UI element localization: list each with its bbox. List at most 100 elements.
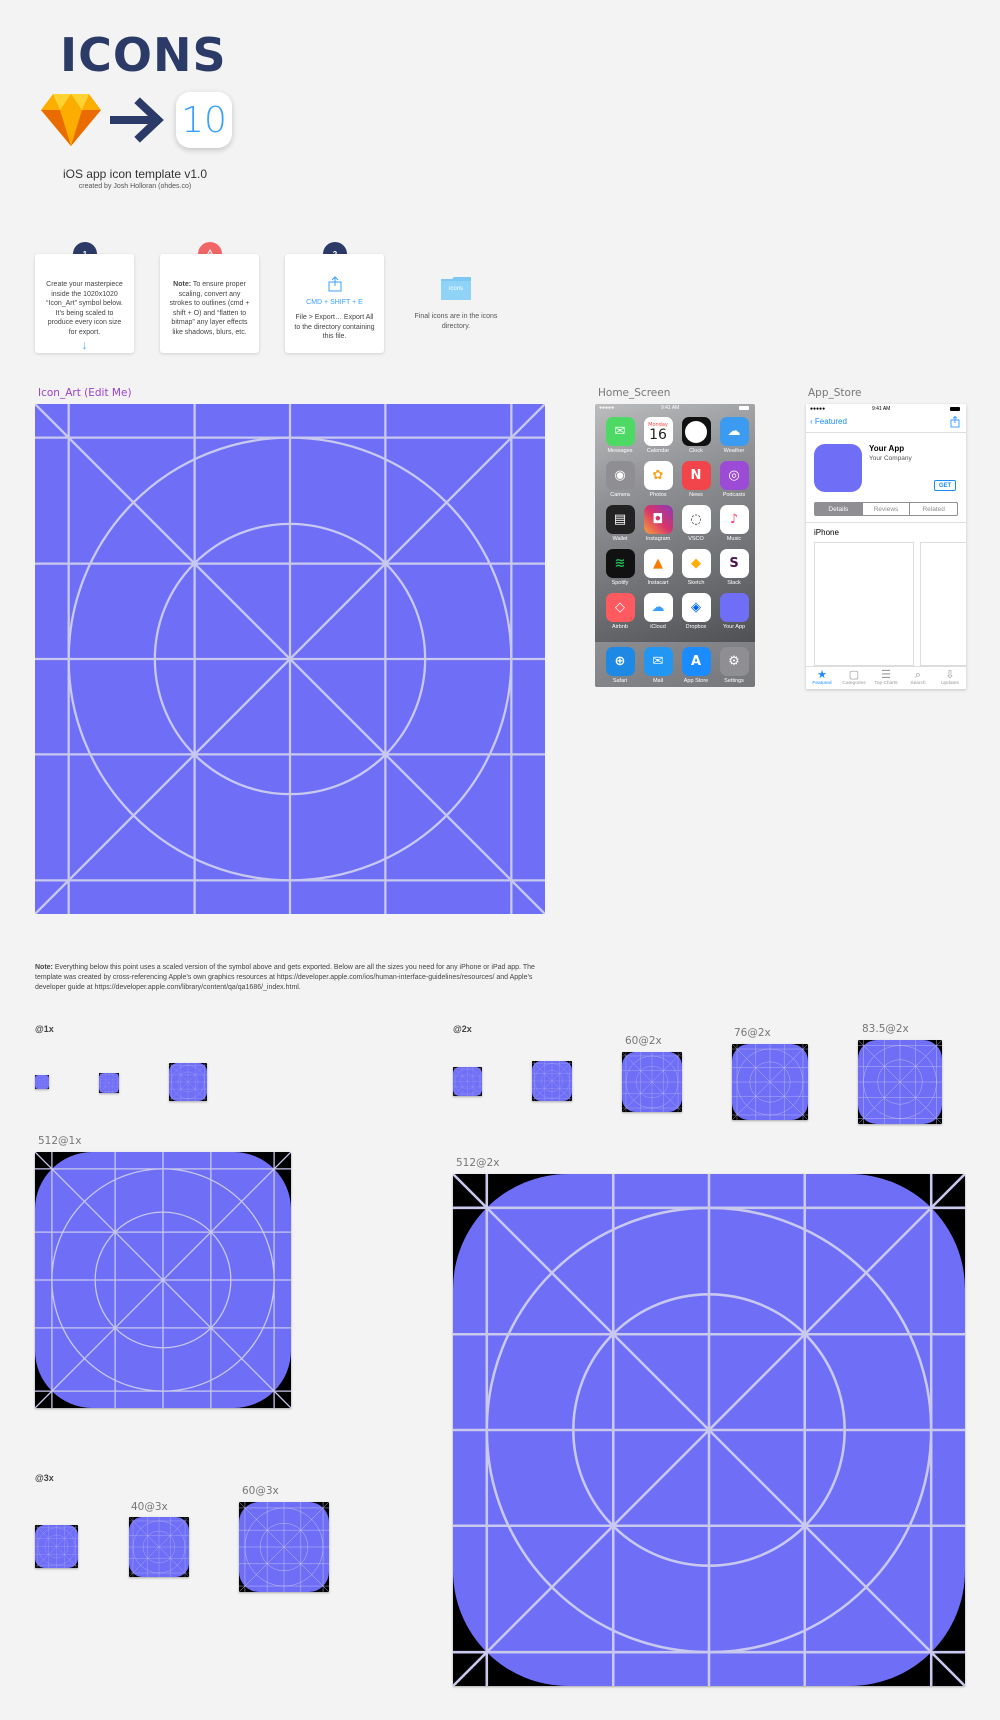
app-icon-preview	[814, 444, 862, 492]
sketch-app-icon: ◆	[681, 549, 711, 578]
tab-search[interactable]: ⌕ Search	[902, 667, 934, 689]
label-40-3x: 40@3x	[131, 1501, 168, 1513]
label-60-3x: 60@3x	[242, 1485, 279, 1497]
icon-512-2x	[453, 1174, 965, 1686]
divider	[806, 432, 966, 433]
store-status-bar: ●●●●● 9:41 AM	[810, 406, 962, 414]
app-camera[interactable]: ◉ Camera	[601, 461, 639, 505]
label-512-1x: 512@1x	[38, 1135, 82, 1147]
app-airbnb[interactable]: ◇ Airbnb	[601, 593, 639, 637]
app-icloud[interactable]: ☁ iCloud	[639, 593, 677, 637]
app-vsco[interactable]: ◌ VSCO	[677, 505, 715, 549]
instacart-icon: ▲	[643, 549, 673, 578]
signal-icon: ●●●●●	[810, 406, 826, 412]
label-512-2x: 512@2x	[456, 1157, 500, 1169]
categories-icon: ▢	[848, 669, 860, 681]
status-time: 9:41 AM	[661, 405, 680, 411]
icon-grid	[34, 403, 546, 915]
label-60-2x: 60@2x	[625, 1035, 662, 1047]
app-calendar[interactable]: Monday 16 Calendar	[639, 417, 677, 461]
icon-40-1x	[169, 1063, 207, 1101]
app-instacart[interactable]: ▲ Instacart	[639, 549, 677, 593]
label-83-2x: 83.5@2x	[862, 1023, 909, 1035]
star-icon: ★	[817, 669, 827, 681]
label-76-2x: 76@2x	[734, 1027, 771, 1039]
segment-related[interactable]: Related	[909, 503, 957, 515]
airbnb-icon: ◇	[605, 593, 635, 622]
arrow-right-icon	[110, 97, 164, 143]
dock-app-store[interactable]: A App Store	[677, 647, 715, 687]
app-clock[interactable]: Clock	[677, 417, 715, 461]
icon-60-2x	[622, 1052, 682, 1112]
clock-icon	[681, 417, 711, 446]
app-spotify[interactable]: ≋ Spotify	[601, 549, 639, 593]
icon-20-2x	[453, 1067, 482, 1096]
icon-40-3x	[129, 1517, 189, 1577]
template-title: iOS app icon template v1.0	[62, 167, 208, 181]
app-weather[interactable]: ☁ Weather	[715, 417, 753, 461]
dock-mail[interactable]: ✉ Mail	[639, 647, 677, 687]
page-title: ICONS	[60, 28, 227, 82]
app-dropbox[interactable]: ◈ Dropbox	[677, 593, 715, 637]
icon-29-1x	[99, 1073, 119, 1093]
home-screen-label: Home_Screen	[598, 387, 671, 399]
icon-art-canvas[interactable]	[34, 403, 546, 915]
app-instagram[interactable]: ◘ Instagram	[639, 505, 677, 549]
tab-categories[interactable]: ▢ Categories	[838, 667, 870, 689]
app-your-app[interactable]: Your App	[715, 593, 753, 637]
step-1-text: Create your masterpiece inside the 1020x…	[46, 281, 123, 336]
store-time: 9:41 AM	[872, 406, 891, 412]
get-button[interactable]: GET	[934, 480, 956, 491]
segment-details[interactable]: Details	[815, 503, 862, 515]
dock-safari[interactable]: ⊕ Safari	[601, 647, 639, 687]
spotify-icon: ≋	[605, 549, 635, 578]
final-note: Final icons are in the icons directory.	[414, 313, 498, 330]
tab-featured[interactable]: ★ Featured	[806, 667, 838, 689]
slack-icon: S	[719, 549, 749, 578]
messages-icon: ✉	[605, 417, 635, 446]
safari-icon: ⊕	[605, 647, 635, 676]
app-sketch[interactable]: ◆ Sketch	[677, 549, 715, 593]
share-icon[interactable]	[950, 416, 960, 428]
camera-icon: ◉	[605, 461, 635, 490]
app-slack[interactable]: S Slack	[715, 549, 753, 593]
app-photos[interactable]: ✿ Photos	[639, 461, 677, 505]
device-label: iPhone	[814, 528, 839, 537]
note-card-text: To ensure proper scaling, convert any st…	[169, 281, 250, 336]
app-grid: ✉ Messages Monday 16 Calendar Clock ☁ Weathe…	[601, 417, 751, 637]
list-icon: ☰	[881, 669, 891, 681]
app-name: Your App	[869, 444, 905, 453]
app-podcasts[interactable]: ◎ Podcasts	[715, 461, 753, 505]
weather-icon: ☁	[719, 417, 749, 446]
template-credit: created by Josh Holloran (ohdes.co)	[78, 183, 192, 190]
icon-512-1x	[35, 1152, 291, 1408]
app-news[interactable]: N News	[677, 461, 715, 505]
size-head-3x: @3x	[35, 1473, 54, 1483]
segment-reviews[interactable]: Reviews	[861, 503, 910, 515]
news-icon: N	[681, 461, 711, 490]
step-1-card: Create your masterpiece inside the 1020x…	[35, 254, 134, 353]
battery-icon	[739, 406, 749, 410]
screenshot-placeholder	[814, 542, 914, 666]
podcasts-icon: ◎	[719, 461, 749, 490]
share-icon	[328, 276, 341, 292]
icon-60-3x	[239, 1502, 329, 1592]
search-icon: ⌕	[914, 669, 922, 681]
icon-29-3x	[35, 1525, 78, 1568]
icon-20-1x	[35, 1075, 49, 1089]
icon-83-2x	[858, 1040, 942, 1124]
icon-29-2x	[532, 1061, 572, 1101]
app-wallet[interactable]: ▤ Wallet	[601, 505, 639, 549]
dropbox-icon: ◈	[681, 593, 711, 622]
tab-updates[interactable]: ⇩ Updates	[934, 667, 966, 689]
folder-label: icons	[448, 286, 463, 292]
ios-10-icon: 10	[176, 92, 232, 148]
back-button[interactable]: ‹ Featured	[810, 417, 847, 426]
app-messages[interactable]: ✉ Messages	[601, 417, 639, 461]
dock-settings[interactable]: ⚙ Settings	[715, 647, 753, 687]
tab-top-charts[interactable]: ☰ Top Charts	[870, 667, 902, 689]
divider	[806, 522, 966, 523]
app-music[interactable]: ♪ Music	[715, 505, 753, 549]
photos-icon: ✿	[643, 461, 673, 490]
icloud-icon: ☁	[643, 593, 673, 622]
